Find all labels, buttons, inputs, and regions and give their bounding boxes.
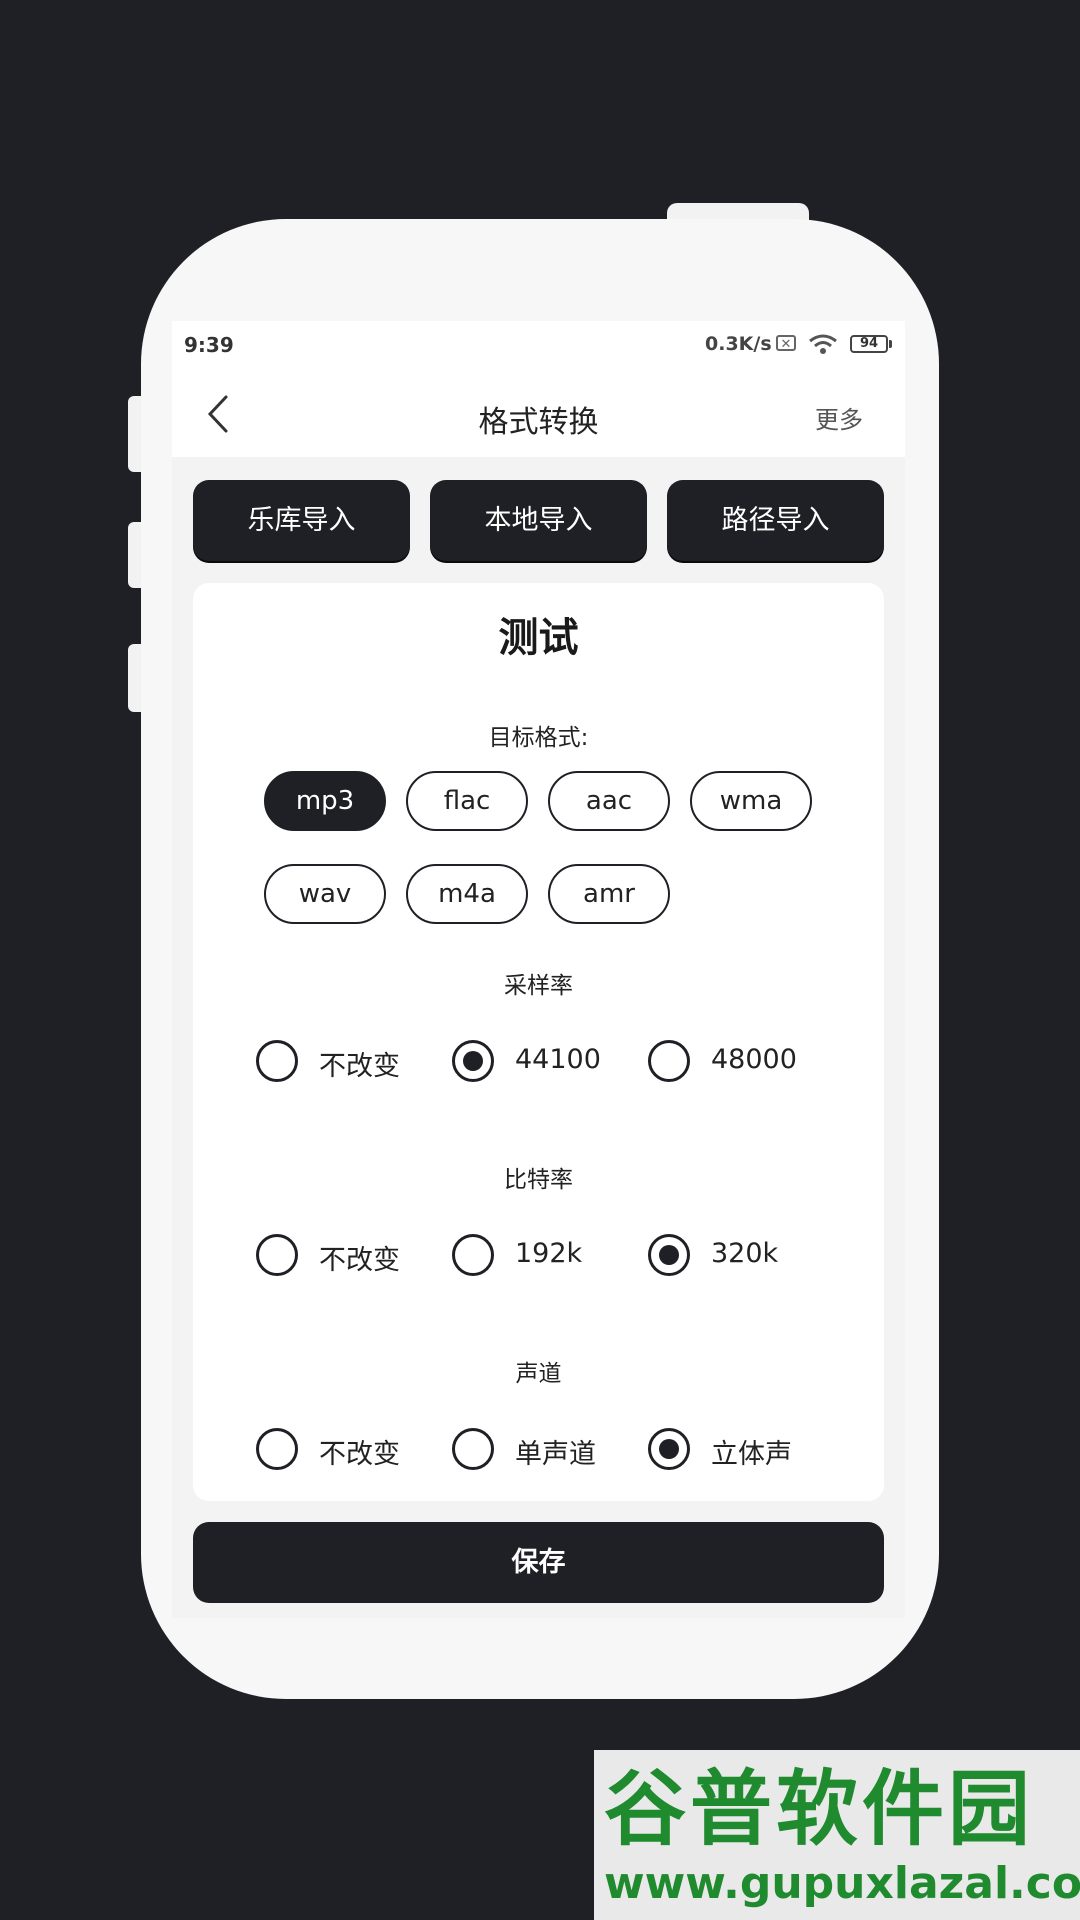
radio-circle[interactable] bbox=[452, 1428, 494, 1470]
format-chip-amr[interactable]: amr bbox=[548, 864, 670, 924]
battery-icon: 94 bbox=[850, 335, 888, 353]
sample-rate-label: 采样率 bbox=[504, 973, 573, 999]
local-import-button[interactable]: 本地导入 bbox=[430, 480, 647, 561]
status-time: 9:39 bbox=[184, 333, 234, 357]
format-chip-flac[interactable]: flac bbox=[406, 771, 528, 831]
watermark: 谷普软件园 www.gupuxlazal.com bbox=[594, 1750, 1080, 1920]
radio-label: 不改变 bbox=[319, 1245, 400, 1276]
app-screen: 9:39 0.3K/s ✕ 94 格式转换 更多 乐库导入 本地导入 路径导入 … bbox=[172, 321, 905, 1618]
watermark-url: www.gupuxlazal.com bbox=[604, 1858, 1080, 1909]
bit-rate-label: 比特率 bbox=[504, 1167, 573, 1193]
wifi-icon bbox=[809, 334, 837, 354]
network-speed: 0.3K/s bbox=[705, 333, 772, 355]
radio-label: 立体声 bbox=[711, 1439, 792, 1470]
file-title: 测试 bbox=[498, 615, 579, 661]
radio-label: 48000 bbox=[711, 1044, 797, 1075]
path-import-button[interactable]: 路径导入 bbox=[667, 480, 884, 561]
radio-circle[interactable] bbox=[256, 1040, 298, 1082]
radio-circle-checked[interactable] bbox=[452, 1040, 494, 1082]
format-chip-m4a[interactable]: m4a bbox=[406, 864, 528, 924]
radio-circle[interactable] bbox=[256, 1234, 298, 1276]
format-chip-aac[interactable]: aac bbox=[548, 771, 670, 831]
target-format-label: 目标格式: bbox=[488, 725, 589, 751]
radio-label: 320k bbox=[711, 1238, 779, 1269]
radio-label: 单声道 bbox=[515, 1439, 596, 1470]
radio-label: 不改变 bbox=[319, 1051, 400, 1082]
radio-label: 不改变 bbox=[319, 1439, 400, 1470]
radio-label: 192k bbox=[515, 1238, 583, 1269]
more-button[interactable]: 更多 bbox=[815, 400, 863, 435]
watermark-logo: 谷普软件园 bbox=[604, 1762, 1035, 1857]
battery-tip bbox=[889, 340, 892, 348]
conversion-settings-card: 测试 目标格式: mp3 flac aac wma wav m4a amr 采样… bbox=[193, 583, 884, 1501]
format-chip-mp3[interactable]: mp3 bbox=[264, 771, 386, 831]
save-button[interactable]: 保存 bbox=[193, 1522, 884, 1603]
radio-circle[interactable] bbox=[648, 1040, 690, 1082]
format-chip-wav[interactable]: wav bbox=[264, 864, 386, 924]
radio-circle-checked[interactable] bbox=[648, 1234, 690, 1276]
phone-side-button bbox=[128, 644, 142, 712]
radio-label: 44100 bbox=[515, 1044, 601, 1075]
channel-label: 声道 bbox=[515, 1361, 562, 1387]
music-library-import-button[interactable]: 乐库导入 bbox=[193, 480, 410, 561]
page-title: 格式转换 bbox=[478, 405, 599, 440]
status-bar: 9:39 0.3K/s ✕ 94 bbox=[172, 321, 905, 371]
phone-side-button bbox=[128, 396, 142, 472]
format-chip-wma[interactable]: wma bbox=[690, 771, 812, 831]
radio-circle-checked[interactable] bbox=[648, 1428, 690, 1470]
radio-circle[interactable] bbox=[452, 1234, 494, 1276]
top-nav-bar: 格式转换 更多 bbox=[172, 371, 905, 457]
phone-side-button bbox=[128, 522, 142, 588]
sim-off-icon: ✕ bbox=[776, 335, 796, 352]
radio-circle[interactable] bbox=[256, 1428, 298, 1470]
